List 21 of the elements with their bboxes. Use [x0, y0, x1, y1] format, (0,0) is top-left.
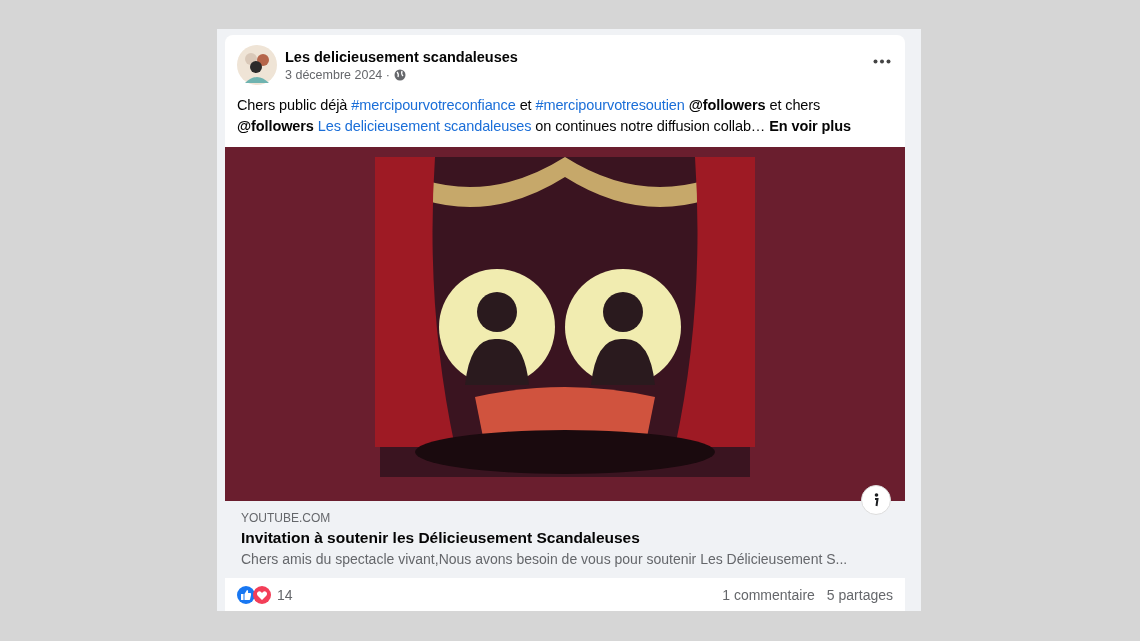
more-options-icon[interactable] — [873, 58, 891, 64]
globe-icon — [393, 68, 406, 81]
link-title: Invitation à soutenir les Délicieusement Scandaleuses — [241, 529, 641, 547]
post-text: Chers public déjà #mercipourvotreconfiance et #mercipourvotresoutien @followers et chers @followers Les delicieusement scandaleuses on continues notre diffusion collab… En voir plus — [237, 96, 852, 136]
mention-link[interactable]: @followers — [688, 97, 766, 113]
post-date[interactable]: 3 décembre 2024 · — [285, 67, 390, 82]
mention-link[interactable]: @followers — [237, 118, 314, 134]
comment-count[interactable]: 1 commentaire — [722, 587, 815, 603]
link-preview[interactable]: YOUTUBE.COM Invitation à soutenir les Délicieusement Scandaleuses Chers amis du spectacle vivant,Nous avons besoin de vous pour soutenir Les Délicieusement S... — [225, 501, 905, 578]
info-icon — [873, 493, 879, 507]
share-count[interactable]: 5 partages — [826, 587, 893, 603]
avatar-icon[interactable] — [237, 45, 277, 85]
link-description: Chers amis du spectacle vivant,Nous avons besoin de vous pour soutenir Les Délicieusement S... — [241, 551, 849, 567]
reaction-count[interactable]: 14 — [277, 587, 293, 603]
see-more-link[interactable]: En voir plus — [769, 118, 851, 134]
page-link[interactable]: Les delicieusement scandaleuses — [317, 118, 532, 134]
like-icon — [237, 586, 255, 604]
hashtag-link[interactable]: #mercipourvotreconfiance — [351, 97, 516, 113]
author-name[interactable]: Les delicieusement scandaleuses — [285, 48, 865, 65]
link-domain: YOUTUBE.COM — [241, 511, 332, 525]
hashtag-link[interactable]: #mercipourvotresoutien — [535, 97, 685, 113]
